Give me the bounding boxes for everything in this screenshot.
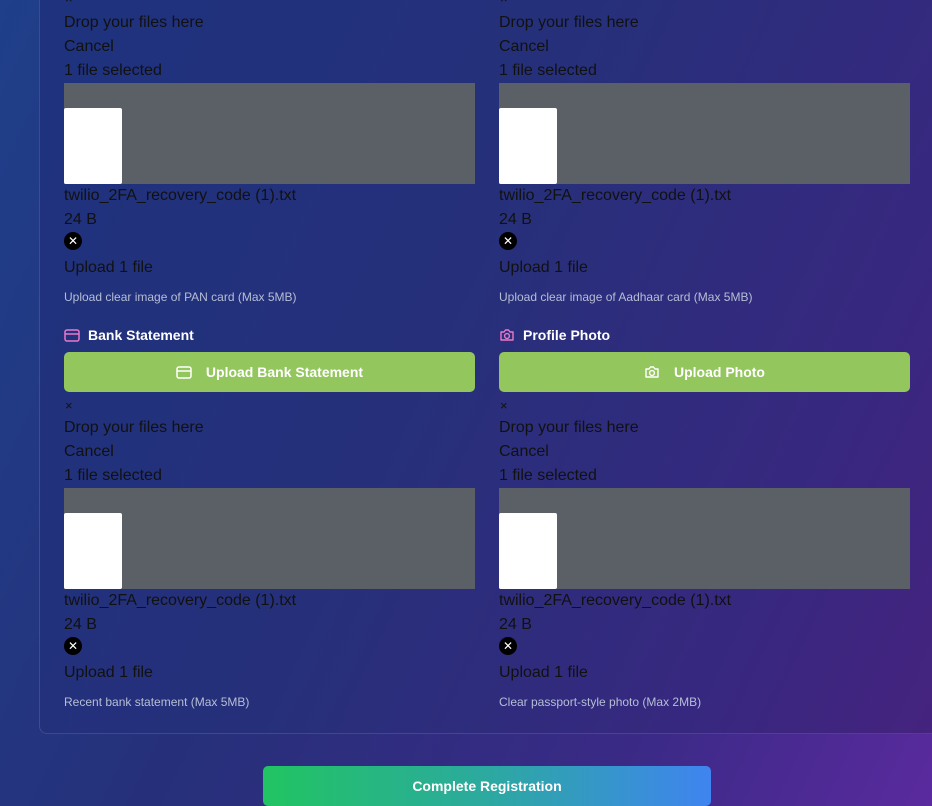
drop-files-text[interactable]: Drop your files here xyxy=(64,419,204,437)
close-dropzone-icon[interactable]: × xyxy=(65,0,73,5)
file-size: 24 B xyxy=(64,211,97,228)
file-name: twilio_2FA_recovery_code (1).txt xyxy=(499,592,732,609)
drop-files-text[interactable]: Drop your files here xyxy=(499,419,639,437)
cancel-link[interactable]: Cancel xyxy=(64,38,114,56)
helper-text: Upload clear image of Aadhaar card (Max … xyxy=(499,290,753,304)
files-selected-text: 1 file selected xyxy=(499,62,597,79)
cancel-link[interactable]: Cancel xyxy=(499,443,549,461)
helper-text: Clear passport-style photo (Max 2MB) xyxy=(499,695,702,709)
file-size: 24 B xyxy=(64,616,97,633)
file-thumbnail xyxy=(499,108,557,184)
file-name: twilio_2FA_recovery_code (1).txt xyxy=(64,592,297,609)
close-dropzone-icon[interactable]: × xyxy=(65,399,73,412)
file-name: twilio_2FA_recovery_code (1).txt xyxy=(499,187,732,204)
helper-text: Upload clear image of PAN card (Max 5MB) xyxy=(64,290,297,304)
file-thumbnail xyxy=(64,108,122,184)
helper-text: Recent bank statement (Max 5MB) xyxy=(64,695,250,709)
card-icon xyxy=(64,328,80,342)
files-selected-text: 1 file selected xyxy=(499,467,597,484)
bank-statement-label-text: Bank Statement xyxy=(88,327,194,343)
profile-photo-label: Profile Photo xyxy=(499,327,610,343)
file-size: 24 B xyxy=(499,616,532,633)
camera-icon xyxy=(500,329,514,341)
close-dropzone-icon[interactable]: × xyxy=(500,0,508,5)
upload-photo-button[interactable]: Upload Photo xyxy=(499,352,910,392)
camera-icon xyxy=(645,366,659,378)
upload-photo-label: Upload Photo xyxy=(674,364,765,380)
upload-files-button[interactable]: Upload 1 file xyxy=(64,664,153,682)
remove-file-icon[interactable]: ✕ xyxy=(64,232,82,250)
file-name: twilio_2FA_recovery_code (1).txt xyxy=(64,187,297,204)
file-preview-bar xyxy=(499,488,910,589)
remove-file-icon[interactable]: ✕ xyxy=(499,232,517,250)
remove-file-icon[interactable]: ✕ xyxy=(499,637,517,655)
bank-statement-label: Bank Statement xyxy=(64,327,194,343)
files-selected-text: 1 file selected xyxy=(64,62,162,79)
upload-files-button[interactable]: Upload 1 file xyxy=(499,664,588,682)
complete-registration-label: Complete Registration xyxy=(412,778,562,794)
files-selected-text: 1 file selected xyxy=(64,467,162,484)
file-preview-bar xyxy=(499,83,910,184)
complete-registration-button[interactable]: Complete Registration xyxy=(263,766,711,806)
file-preview-bar xyxy=(64,83,475,184)
upload-files-button[interactable]: Upload 1 file xyxy=(64,259,153,277)
upload-bank-statement-label: Upload Bank Statement xyxy=(205,364,364,380)
profile-photo-label-text: Profile Photo xyxy=(523,327,611,343)
file-preview-bar xyxy=(64,488,475,589)
card-icon xyxy=(176,365,192,379)
upload-files-button[interactable]: Upload 1 file xyxy=(499,259,588,277)
drop-files-text[interactable]: Drop your files here xyxy=(499,14,639,32)
cancel-link[interactable]: Cancel xyxy=(499,38,549,56)
close-dropzone-icon[interactable]: × xyxy=(500,399,508,412)
file-thumbnail xyxy=(64,513,122,589)
drop-files-text[interactable]: Drop your files here xyxy=(64,14,204,32)
file-thumbnail xyxy=(499,513,557,589)
cancel-link[interactable]: Cancel xyxy=(64,443,114,461)
upload-bank-statement-button[interactable]: Upload Bank Statement xyxy=(64,352,475,392)
file-size: 24 B xyxy=(499,211,532,228)
remove-file-icon[interactable]: ✕ xyxy=(64,637,82,655)
